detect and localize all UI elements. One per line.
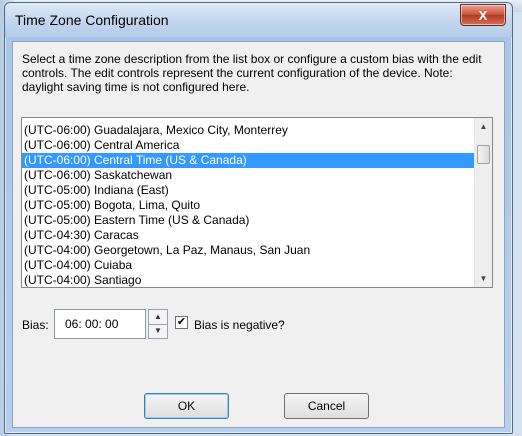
dialog-client-area: Select a time zone description from the … [12, 41, 505, 428]
bias-negative-checkbox[interactable]: ✔ [175, 316, 188, 329]
ok-button[interactable]: OK [144, 393, 229, 419]
time-zone-item[interactable]: (UTC-05:00) Bogota, Lima, Quito [22, 198, 475, 213]
spin-down-icon[interactable]: ▼ [149, 324, 167, 338]
spin-up-icon[interactable]: ▲ [149, 310, 167, 325]
time-zone-item[interactable]: (UTC-06:00) Central America [22, 138, 475, 153]
dialog-title: Time Zone Configuration [15, 12, 169, 28]
time-zone-item[interactable]: (UTC-06:00) Central Time (US & Canada) [22, 153, 475, 168]
bias-label: Bias: [22, 318, 49, 332]
time-zone-item[interactable]: (UTC-06:00) Guadalajara, Mexico City, Mo… [22, 123, 475, 138]
scroll-down-icon[interactable]: ▼ [475, 270, 492, 287]
close-button[interactable]: X [460, 4, 506, 26]
cancel-button[interactable]: Cancel [284, 393, 369, 419]
bias-negative-label[interactable]: Bias is negative? [194, 318, 285, 332]
instructions-text: Select a time zone description from the … [22, 52, 482, 94]
time-zone-list: (UTC-06:00) Guadalajara, Mexico City, Mo… [22, 123, 475, 288]
scroll-up-icon[interactable]: ▲ [475, 118, 492, 135]
time-zone-item[interactable]: (UTC-05:00) Eastern Time (US & Canada) [22, 213, 475, 228]
title-bar[interactable]: Time Zone Configuration X [5, 3, 512, 37]
scroll-thumb[interactable] [477, 145, 490, 164]
time-zone-item[interactable]: (UTC-06:00) Saskatchewan [22, 168, 475, 183]
time-zone-item[interactable]: (UTC-04:00) Cuiaba [22, 258, 475, 273]
time-zone-listbox[interactable]: (UTC-06:00) Guadalajara, Mexico City, Mo… [21, 117, 493, 288]
bias-spinner[interactable]: ▲ ▼ [148, 309, 168, 339]
bias-time-field[interactable]: 06: 00: 00 [54, 309, 146, 339]
time-zone-item[interactable]: (UTC-05:00) Indiana (East) [22, 183, 475, 198]
listbox-scrollbar[interactable]: ▲ ▼ [474, 118, 492, 287]
time-zone-dialog: Time Zone Configuration X Select a time … [4, 2, 513, 434]
time-zone-item[interactable]: (UTC-04:00) Georgetown, La Paz, Manaus, … [22, 243, 475, 258]
time-zone-item[interactable]: (UTC-04:30) Caracas [22, 228, 475, 243]
time-zone-item[interactable]: (UTC-04:00) Santiago [22, 273, 475, 288]
close-icon: X [478, 7, 488, 23]
